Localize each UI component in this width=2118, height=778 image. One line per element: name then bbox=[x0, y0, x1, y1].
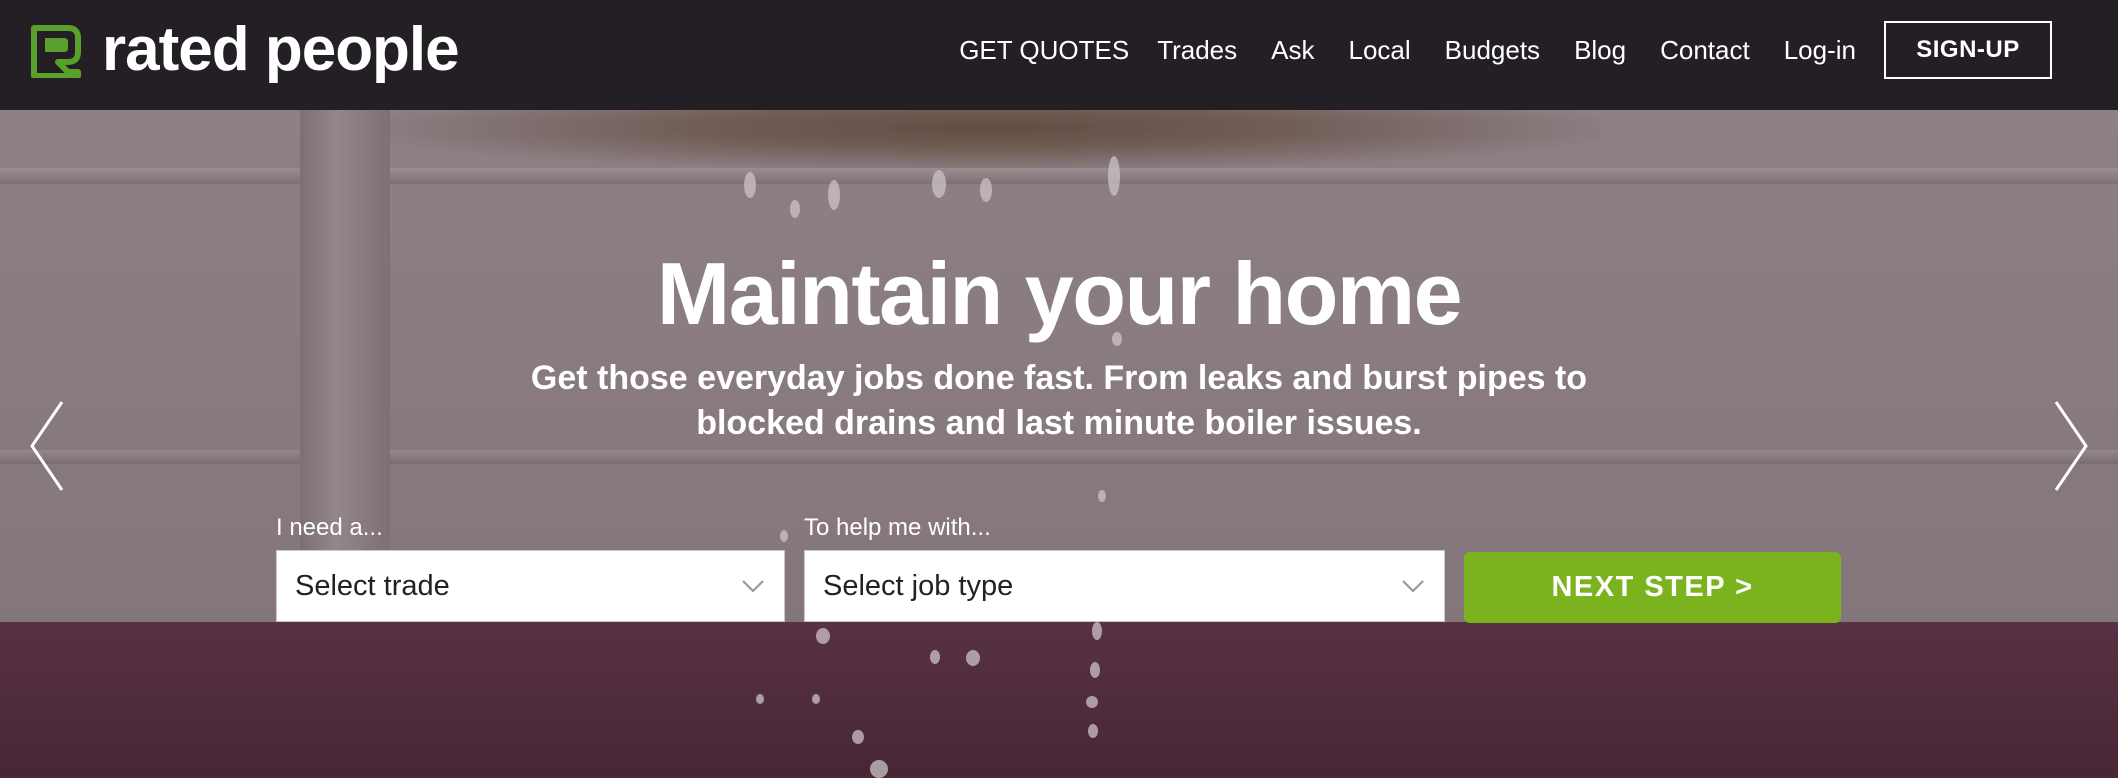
site-header: rated people GET QUOTES Trades Ask Local… bbox=[0, 0, 2118, 110]
trade-select-value: Select trade bbox=[295, 569, 450, 602]
logo-text: rated people bbox=[102, 15, 460, 84]
nav-contact[interactable]: Contact bbox=[1660, 35, 1750, 66]
nav-get-quotes[interactable]: GET QUOTES bbox=[959, 35, 1129, 66]
next-step-button[interactable]: NEXT STEP > bbox=[1464, 552, 1841, 623]
job-type-select[interactable]: Select job type bbox=[804, 550, 1445, 622]
trade-select[interactable]: Select trade bbox=[276, 550, 785, 622]
hero-subtitle: Get those everyday jobs done fast. From … bbox=[530, 359, 1588, 442]
rated-people-r-icon bbox=[31, 25, 81, 78]
nav-trades[interactable]: Trades bbox=[1157, 35, 1237, 66]
chevron-right-icon[interactable] bbox=[2050, 398, 2090, 494]
nav-blog[interactable]: Blog bbox=[1574, 35, 1626, 66]
main-nav: GET QUOTES Trades Ask Local Budgets Blog… bbox=[959, 0, 2052, 100]
nav-local[interactable]: Local bbox=[1349, 35, 1411, 66]
signup-button[interactable]: SIGN-UP bbox=[1884, 21, 2052, 79]
nav-log-in[interactable]: Log-in bbox=[1784, 35, 1856, 66]
chevron-down-icon bbox=[742, 580, 764, 593]
chevron-left-icon[interactable] bbox=[28, 398, 68, 494]
trade-select-label: I need a... bbox=[276, 514, 383, 541]
page: rated people GET QUOTES Trades Ask Local… bbox=[0, 0, 2118, 778]
job-select-label: To help me with... bbox=[804, 514, 991, 541]
chevron-down-icon bbox=[1402, 580, 1424, 593]
job-type-select-value: Select job type bbox=[823, 569, 1014, 602]
nav-ask[interactable]: Ask bbox=[1271, 35, 1314, 66]
logo[interactable]: rated people bbox=[28, 15, 460, 84]
nav-budgets[interactable]: Budgets bbox=[1445, 35, 1540, 66]
hero-headline: Maintain your home bbox=[656, 244, 1463, 343]
